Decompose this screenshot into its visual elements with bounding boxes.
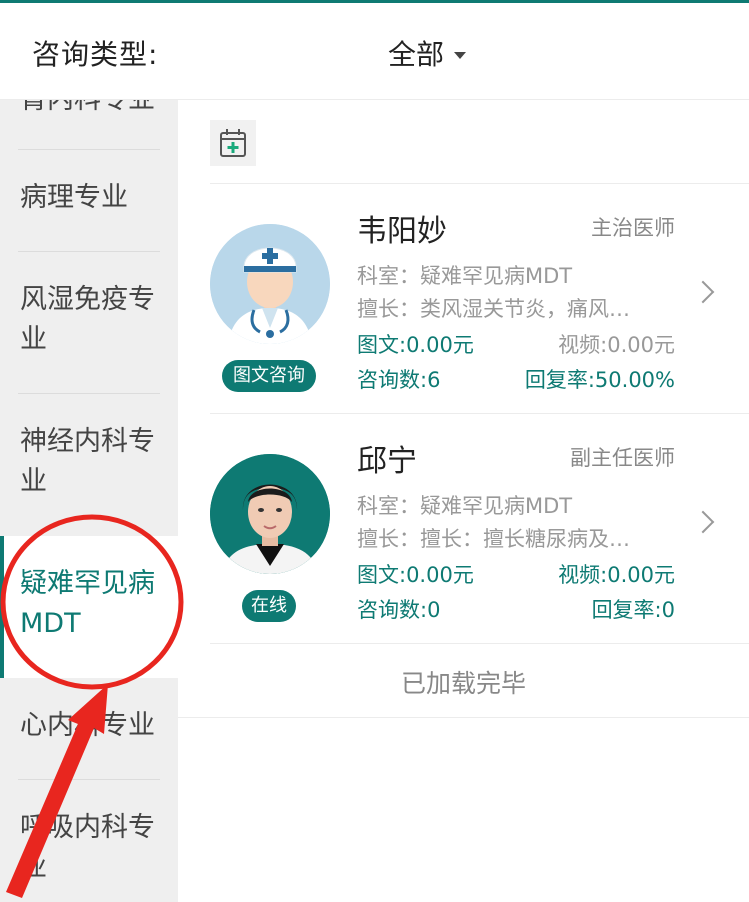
video-consult-price: 视频:0.00元: [558, 563, 675, 587]
text-consult-price: 图文:0.00元: [357, 563, 474, 587]
doctor-specialty: 擅长：类风湿关节炎，痛风…: [357, 297, 630, 321]
doctor-name: 邱宁: [357, 444, 417, 479]
active-indicator: [0, 536, 4, 678]
sidebar-item-neurology[interactable]: 神经内科专业: [0, 394, 178, 536]
reply-rate: 回复率:0: [591, 598, 675, 622]
caret-down-icon: [454, 51, 467, 59]
sidebar-item-respiratory[interactable]: 呼吸内科专业: [0, 780, 178, 902]
consult-count: 咨询数:0: [357, 598, 441, 622]
consult-type-dropdown[interactable]: 全部: [388, 33, 467, 73]
header: 咨询类型: 全部: [0, 3, 749, 99]
doctor-name: 韦阳妙: [357, 214, 447, 249]
sidebar-item-label: 疑难罕见病MDT: [20, 568, 155, 639]
sidebar-item-rheumatology[interactable]: 风湿免疫专业: [0, 252, 178, 394]
calendar-add-button[interactable]: [210, 120, 256, 166]
sidebar-item-label: 心内科专业: [20, 710, 155, 741]
sidebar-item-cardiology[interactable]: 心内科专业: [0, 678, 178, 780]
reply-rate: 回复率:50.00%: [524, 368, 675, 392]
sidebar-item-label: 呼吸内科专业: [20, 812, 155, 883]
card-divider: [210, 643, 749, 644]
calendar-add-icon: [220, 129, 246, 157]
list-end-message: 已加载完毕: [400, 669, 526, 698]
sidebar-item-label: 风湿免疫专业: [20, 284, 155, 355]
consult-count: 咨询数:6: [357, 368, 441, 392]
sidebar-item-label: 病理专业: [20, 182, 128, 213]
list-bottom-divider: [178, 717, 749, 718]
status-badge: 在线: [242, 590, 296, 622]
consult-type-label: 咨询类型:: [32, 38, 159, 71]
doctor-avatar: [210, 454, 330, 574]
consult-type-value: 全部: [388, 38, 445, 71]
chevron-right-icon: [691, 510, 715, 534]
status-badge: 图文咨询: [222, 360, 316, 392]
doctor-title: 副主任医师: [570, 446, 675, 470]
sidebar-item-label: 神经内科专业: [20, 426, 155, 497]
doctor-avatar: [210, 224, 330, 344]
department-sidebar: 肾内科专业 病理专业 风湿免疫专业 神经内科专业 疑难罕见病MDT 心内科专业 …: [0, 100, 178, 902]
doctor-card[interactable]: 在线 邱宁 副主任医师 科室：疑难罕见病MDT 擅长：擅长：擅长糖尿病及… 图文…: [210, 414, 749, 644]
text-consult-price: 图文:0.00元: [357, 333, 474, 357]
doctor-specialty: 擅长：擅长：擅长糖尿病及…: [357, 527, 630, 551]
doctor-department: 科室：疑难罕见病MDT: [357, 494, 573, 518]
sidebar-item-label: 肾内科专业: [20, 100, 162, 120]
doctor-department: 科室：疑难罕见病MDT: [357, 264, 573, 288]
doctor-title: 主治医师: [591, 216, 675, 240]
sidebar-item-pathology[interactable]: 病理专业: [0, 150, 178, 252]
video-consult-price: 视频:0.00元: [558, 333, 675, 357]
doctor-card[interactable]: 图文咨询 韦阳妙 主治医师 科室：疑难罕见病MDT 擅长：类风湿关节炎，痛风… …: [210, 184, 749, 414]
sidebar-item-nephrology[interactable]: 肾内科专业: [0, 100, 178, 150]
sidebar-item-rare-disease-mdt[interactable]: 疑难罕见病MDT: [0, 536, 178, 678]
chevron-right-icon: [691, 280, 715, 304]
doctor-list-panel: 图文咨询 韦阳妙 主治医师 科室：疑难罕见病MDT 擅长：类风湿关节炎，痛风… …: [178, 100, 749, 902]
